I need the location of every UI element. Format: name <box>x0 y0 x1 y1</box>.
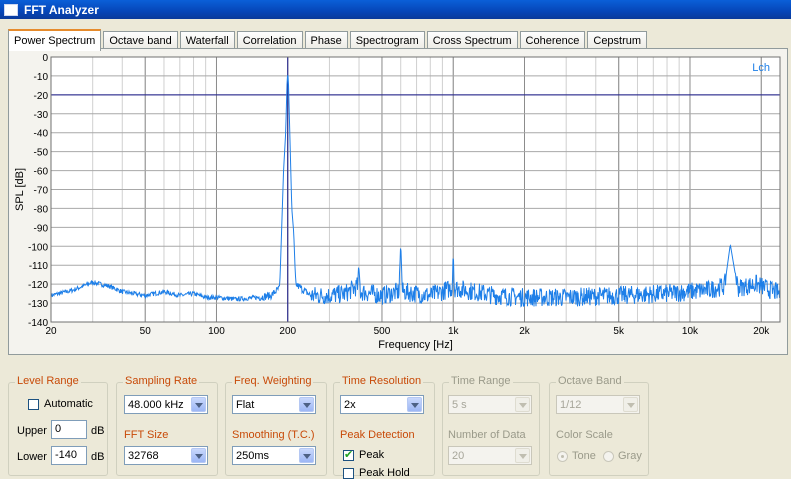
y-tick-label: -80 <box>34 204 49 215</box>
x-tick-label: 2k <box>519 326 531 337</box>
window-title: FFT Analyzer <box>24 2 99 17</box>
tone-radio: Tone <box>557 450 596 462</box>
freq-weighting-label: Freq. Weighting <box>232 375 314 387</box>
time-range-value: 5 s <box>452 398 467 411</box>
chevron-down-icon[interactable] <box>191 397 206 412</box>
sampling-rate-select[interactable]: 48.000 kHz <box>124 395 208 414</box>
number-of-data-select: 20 <box>448 446 532 465</box>
x-tick-label: 5k <box>613 326 625 337</box>
y-tick-label: -110 <box>29 261 49 272</box>
chevron-down-icon <box>623 397 638 412</box>
chevron-down-icon <box>515 397 530 412</box>
time-range-select: 5 s <box>448 395 532 414</box>
x-tick-label: 50 <box>140 326 152 337</box>
automatic-checkbox[interactable]: Automatic <box>28 398 93 410</box>
smoothing-select[interactable]: 250ms <box>232 446 316 465</box>
gray-radio: Gray <box>603 450 642 462</box>
x-axis-label: Frequency [Hz] <box>378 339 453 351</box>
chevron-down-icon[interactable] <box>299 448 314 463</box>
upper-unit: dB <box>91 425 105 437</box>
x-tick-label: 100 <box>208 326 225 337</box>
y-tick-label: -70 <box>34 186 49 197</box>
x-tick-label: 10k <box>682 326 699 337</box>
lower-unit: dB <box>91 451 105 463</box>
octave-band-select: 1/12 <box>556 395 640 414</box>
peak-hold-box[interactable] <box>343 467 354 479</box>
legend-entry: Lch <box>752 62 770 74</box>
sampling-rate-value: 48.000 kHz <box>128 398 184 411</box>
tab-power-spectrum[interactable]: Power Spectrum <box>8 29 102 51</box>
upper-input[interactable]: 0 <box>51 420 87 439</box>
tab-strip: Power Spectrum Octave band Waterfall Cor… <box>8 29 649 51</box>
chevron-down-icon[interactable] <box>299 397 314 412</box>
smoothing-value: 250ms <box>236 449 270 462</box>
y-tick-label: -20 <box>34 91 49 102</box>
y-tick-label: -140 <box>28 318 48 329</box>
fft-size-label: FFT Size <box>124 429 169 441</box>
freq-weighting-value: Flat <box>236 398 255 411</box>
peak-label: Peak <box>359 449 385 461</box>
level-range-label: Level Range <box>15 375 81 387</box>
y-tick-label: 0 <box>42 53 48 64</box>
app-icon <box>4 3 18 16</box>
x-tick-label: 500 <box>374 326 391 337</box>
lower-label: Lower <box>17 451 47 463</box>
gray-label: Gray <box>618 450 642 462</box>
y-tick-label: -100 <box>28 242 48 253</box>
y-tick-label: -10 <box>34 72 49 83</box>
peak-box[interactable] <box>343 448 354 461</box>
sampling-rate-label: Sampling Rate <box>123 375 200 387</box>
y-tick-label: -120 <box>28 280 48 291</box>
tone-radio-dot <box>557 450 568 462</box>
chevron-down-icon[interactable] <box>407 397 422 412</box>
y-axis-label: SPL [dB] <box>14 168 26 211</box>
spectrum-chart[interactable]: 20 50 100 200 500 1k 2k 5k 10k 20k0-10-20-30-40-5… <box>9 49 787 354</box>
y-tick-label: -30 <box>34 110 49 121</box>
x-tick-label: 20k <box>753 326 770 337</box>
title-bar: FFT Analyzer <box>0 0 791 19</box>
peak-hold-label: Peak Hold <box>359 467 410 479</box>
chevron-down-icon[interactable] <box>191 448 206 463</box>
automatic-label: Automatic <box>44 398 93 410</box>
y-tick-label: -130 <box>28 299 48 310</box>
peak-detection-label: Peak Detection <box>340 429 415 441</box>
time-resolution-select[interactable]: 2x <box>340 395 424 414</box>
peak-hold-checkbox[interactable]: Peak Hold <box>343 467 410 479</box>
y-tick-label: -40 <box>34 129 49 140</box>
automatic-box[interactable] <box>28 398 39 410</box>
y-tick-label: -60 <box>34 167 49 178</box>
lower-input[interactable]: -140 <box>51 446 87 465</box>
number-of-data-value: 20 <box>452 449 465 462</box>
peak-checkbox[interactable]: Peak <box>343 448 385 461</box>
fft-size-select[interactable]: 32768 <box>124 446 208 465</box>
chevron-down-icon <box>515 448 530 463</box>
x-tick-label: 1k <box>448 326 460 337</box>
x-tick-label: 200 <box>279 326 296 337</box>
chart-panel: 20 50 100 200 500 1k 2k 5k 10k 20k 0 -10 -20 -30 -40 -5… <box>8 48 788 355</box>
smoothing-label: Smoothing (T.C.) <box>232 429 315 441</box>
time-resolution-value: 2x <box>344 398 356 411</box>
number-of-data-label: Number of Data <box>448 429 526 441</box>
y-tick-label: -50 <box>34 148 49 159</box>
time-range-label: Time Range <box>449 375 513 387</box>
y-tick-label: -90 <box>34 223 49 234</box>
tone-label: Tone <box>572 450 596 462</box>
gray-radio-dot <box>603 450 614 462</box>
freq-weighting-select[interactable]: Flat <box>232 395 316 414</box>
octave-band-label: Octave Band <box>556 375 624 387</box>
time-resolution-label: Time Resolution <box>340 375 424 387</box>
upper-label: Upper <box>17 425 47 437</box>
color-scale-label: Color Scale <box>556 429 613 441</box>
fft-size-value: 32768 <box>128 449 159 462</box>
octave-band-value: 1/12 <box>560 398 582 411</box>
